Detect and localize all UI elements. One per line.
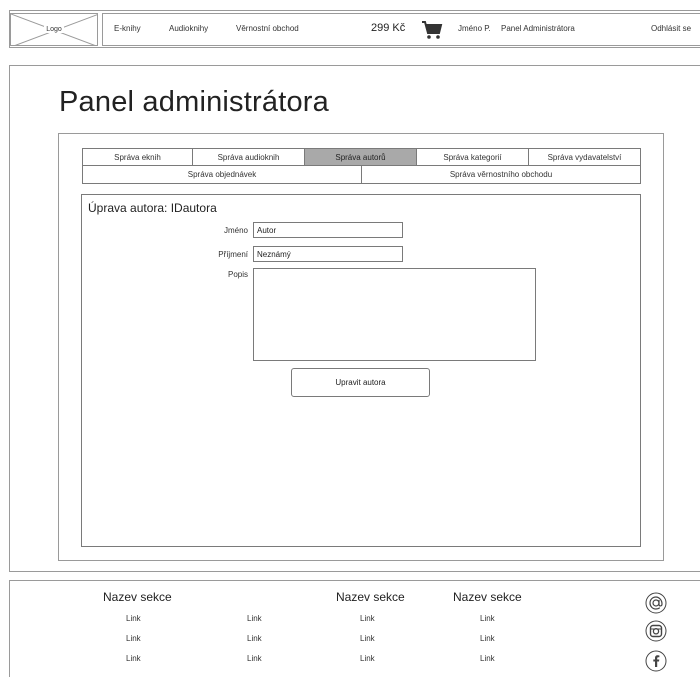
user-name[interactable]: Jméno P. xyxy=(458,24,491,33)
footer-link[interactable]: Link xyxy=(126,614,141,623)
footer-link[interactable]: Link xyxy=(247,654,262,663)
tab-publishers[interactable]: Správa vydavatelství xyxy=(529,149,640,165)
cart-price: 299 Kč xyxy=(371,22,406,34)
nav-loyalty-shop[interactable]: Věrnostní obchod xyxy=(236,24,299,33)
tab-authors[interactable]: Správa autorů xyxy=(305,149,417,165)
admin-tabs-row-1: Správa eknih Správa audioknih Správa aut… xyxy=(82,148,641,166)
footer-link[interactable]: Link xyxy=(480,634,495,643)
form-title: Úprava autora: IDautora xyxy=(88,201,217,215)
description-textarea[interactable] xyxy=(253,268,536,361)
instagram-icon[interactable] xyxy=(645,620,667,642)
tab-loyalty-shop[interactable]: Správa věrnostního obchodu xyxy=(362,166,640,183)
first-name-input[interactable] xyxy=(253,222,403,238)
footer-link[interactable]: Link xyxy=(480,654,495,663)
description-label: Popis xyxy=(227,270,248,279)
edit-author-button[interactable]: Upravit autora xyxy=(291,368,430,397)
admin-panel-link[interactable]: Panel Administrátora xyxy=(501,24,575,33)
first-name-label: Jméno xyxy=(223,226,248,235)
nav-ebooks[interactable]: E-knihy xyxy=(114,24,141,33)
last-name-input[interactable] xyxy=(253,246,403,262)
footer-link[interactable]: Link xyxy=(360,634,375,643)
footer-section-heading: Nazev sekce xyxy=(103,590,172,604)
footer-link[interactable]: Link xyxy=(247,634,262,643)
admin-tabs-row-2: Správa objednávek Správa věrnostního obc… xyxy=(82,166,641,184)
footer-link[interactable]: Link xyxy=(247,614,262,623)
footer-section-heading: Nazev sekce xyxy=(453,590,522,604)
facebook-icon[interactable] xyxy=(645,650,667,672)
footer-section-heading: Nazev sekce xyxy=(336,590,405,604)
tab-ebooks[interactable]: Správa eknih xyxy=(83,149,193,165)
main-nav: E-knihy Audioknihy Věrnostní obchod 299 … xyxy=(102,13,700,46)
logo-label: Logo xyxy=(44,26,64,33)
tab-categories[interactable]: Správa kategorií xyxy=(417,149,529,165)
footer-link[interactable]: Link xyxy=(480,614,495,623)
footer-link[interactable]: Link xyxy=(360,654,375,663)
logo[interactable]: Logo xyxy=(10,13,98,46)
tab-audiobooks[interactable]: Správa audioknih xyxy=(193,149,305,165)
email-icon[interactable] xyxy=(645,592,667,614)
site-header: Logo E-knihy Audioknihy Věrnostní obchod… xyxy=(9,10,700,48)
last-name-label: Příjmení xyxy=(218,250,248,259)
footer-link[interactable]: Link xyxy=(126,654,141,663)
page-title: Panel administrátora xyxy=(59,86,329,118)
footer-link[interactable]: Link xyxy=(126,634,141,643)
tab-orders[interactable]: Správa objednávek xyxy=(83,166,362,183)
nav-audiobooks[interactable]: Audioknihy xyxy=(169,24,208,33)
shopping-cart-icon[interactable] xyxy=(421,20,443,40)
footer-link[interactable]: Link xyxy=(360,614,375,623)
logout-link[interactable]: Odhlásit se xyxy=(651,24,691,33)
